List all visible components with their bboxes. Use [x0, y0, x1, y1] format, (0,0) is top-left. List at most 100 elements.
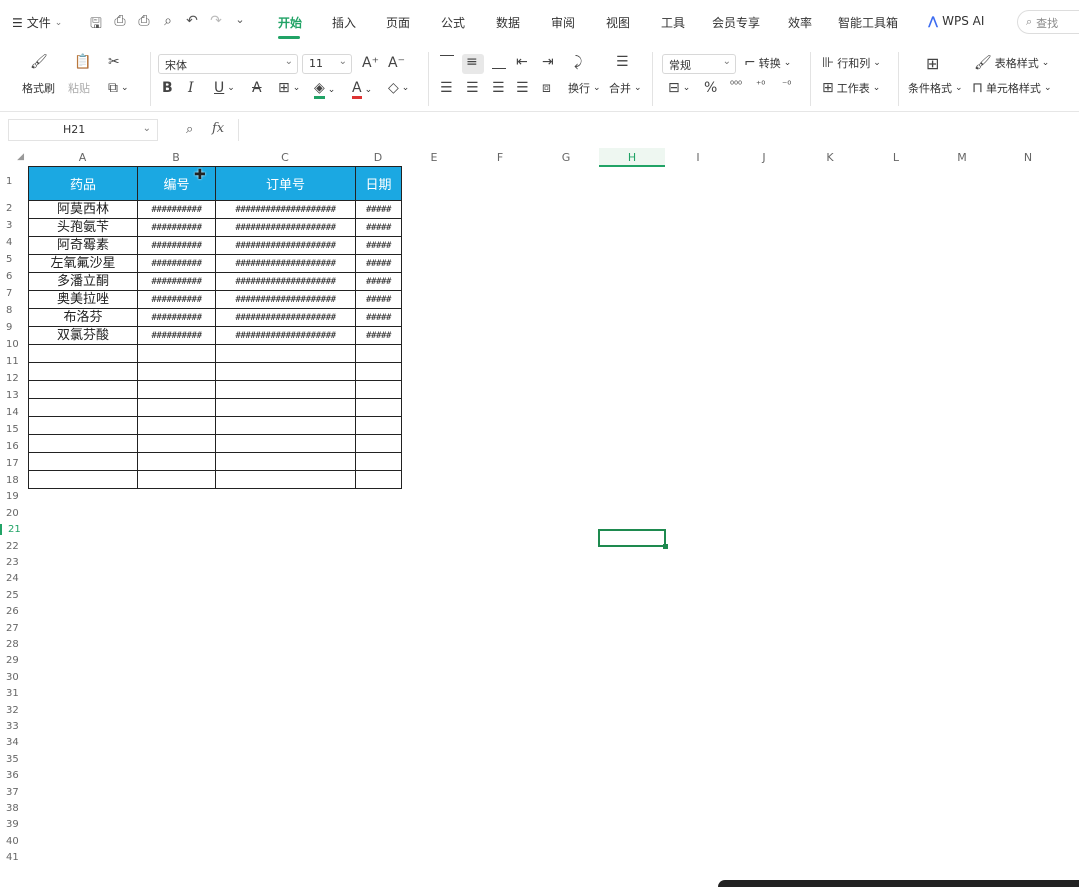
tab-smart-toolbox[interactable]: 智能工具箱 — [838, 14, 898, 31]
column-header[interactable]: L — [863, 148, 929, 167]
sheet-grid[interactable]: ◢ ABCDEFGHIJKLMN 1 2 3 4 5 6 7 8 9 10 11 12 13 14 15 16… — [0, 148, 1079, 887]
orientation-icon[interactable]: ⤸ — [574, 54, 582, 70]
column-header[interactable]: A — [28, 148, 137, 167]
tab-home[interactable]: 开始 — [278, 14, 302, 31]
table-cell-empty[interactable] — [215, 362, 356, 381]
print-icon[interactable]: ⎙ — [136, 13, 152, 37]
row-header[interactable]: 16 — [0, 441, 28, 452]
row-header[interactable]: 21 — [0, 524, 28, 535]
underline-icon[interactable]: U ⌄ — [214, 80, 235, 96]
font-name-select[interactable]: 宋体 ⌄ — [158, 54, 298, 74]
row-header[interactable]: 36 — [0, 770, 28, 781]
tab-insert[interactable]: 插入 — [332, 14, 356, 31]
formula-input[interactable] — [238, 119, 1073, 141]
table-cell-empty[interactable] — [28, 398, 138, 417]
undo-icon[interactable]: ↶ — [184, 13, 200, 37]
column-header[interactable]: J — [731, 148, 797, 167]
number-format-select[interactable]: 常规 ⌄ — [662, 54, 736, 74]
row-header[interactable]: 41 — [0, 852, 28, 863]
row-header[interactable]: 29 — [0, 655, 28, 666]
table-cell[interactable]: 奥美拉唑 — [28, 290, 138, 309]
row-header[interactable]: 35 — [0, 754, 28, 765]
table-cell[interactable]: 左氧氟沙星 — [28, 254, 138, 273]
row-header[interactable]: 15 — [0, 424, 28, 435]
table-cell[interactable]: ##### — [355, 254, 402, 273]
table-cell[interactable]: 双氯芬酸 — [28, 326, 138, 345]
decrease-font-size-icon[interactable]: A⁻ — [388, 55, 405, 71]
row-header[interactable]: 40 — [0, 836, 28, 847]
row-header[interactable]: 7 — [0, 288, 28, 299]
table-cell[interactable]: #################### — [215, 290, 356, 309]
print-preview-icon[interactable]: ⌕ — [160, 13, 176, 37]
borders-icon[interactable]: ⊞ ⌄ — [278, 80, 300, 96]
row-header[interactable]: 26 — [0, 606, 28, 617]
row-header[interactable]: 6 — [0, 271, 28, 282]
table-cell-empty[interactable] — [355, 380, 402, 399]
align-center-icon[interactable]: ☰ — [466, 80, 479, 96]
chevron-down-icon[interactable]: ⌄ — [232, 13, 248, 37]
format-painter-icon[interactable]: 🖌 — [30, 54, 48, 70]
table-cell-empty[interactable] — [28, 452, 138, 471]
increase-font-size-icon[interactable]: A⁺ — [362, 55, 379, 71]
table-cell[interactable]: ##### — [355, 236, 402, 255]
row-header[interactable]: 22 — [0, 541, 28, 552]
table-cell[interactable]: ########## — [137, 308, 216, 327]
table-cell[interactable]: ########## — [137, 272, 216, 291]
currency-icon[interactable]: ⊟ ⌄ — [668, 80, 690, 96]
row-header[interactable]: 19 — [0, 491, 28, 502]
select-all-corner[interactable]: ◢ — [0, 148, 28, 167]
column-header[interactable]: K — [797, 148, 863, 167]
copy-button[interactable]: ⧉ ⌄ — [108, 80, 129, 96]
wrap-text-button[interactable]: 换行 ⌄ — [568, 80, 601, 96]
align-bottom-icon[interactable]: ⎽ — [492, 54, 506, 70]
align-right-icon[interactable]: ☰ — [492, 80, 505, 96]
row-header[interactable]: 8 — [0, 305, 28, 316]
table-cell[interactable]: #################### — [215, 200, 356, 219]
table-cell[interactable]: 布洛芬 — [28, 308, 138, 327]
table-cell[interactable]: ##### — [355, 308, 402, 327]
name-box[interactable]: H21 ⌄ — [8, 119, 158, 141]
table-cell-empty[interactable] — [355, 416, 402, 435]
row-header[interactable]: 5 — [0, 254, 28, 265]
table-cell[interactable]: 阿莫西林 — [28, 200, 138, 219]
column-header[interactable]: I — [665, 148, 731, 167]
table-cell[interactable]: #################### — [215, 326, 356, 345]
column-header[interactable]: M — [929, 148, 995, 167]
row-header[interactable]: 18 — [0, 475, 28, 486]
row-header[interactable]: 25 — [0, 590, 28, 601]
table-cell-empty[interactable] — [215, 344, 356, 363]
table-cell-empty[interactable] — [28, 362, 138, 381]
row-header[interactable]: 14 — [0, 407, 28, 418]
table-cell[interactable]: ##### — [355, 272, 402, 291]
file-menu[interactable]: ☰ 文件 ⌄ — [12, 14, 62, 31]
tab-view[interactable]: 视图 — [606, 14, 630, 31]
row-header[interactable]: 2 — [0, 203, 28, 214]
table-cell[interactable]: #################### — [215, 254, 356, 273]
row-header[interactable]: 30 — [0, 672, 28, 683]
zoom-formula-icon[interactable]: ⌕ — [186, 122, 193, 137]
redo-icon[interactable]: ↷ — [208, 13, 224, 37]
row-header[interactable]: 32 — [0, 705, 28, 716]
rows-columns-button[interactable]: ⊪ 行和列 ⌄ — [822, 55, 881, 71]
table-cell-empty[interactable] — [215, 398, 356, 417]
tab-page[interactable]: 页面 — [386, 14, 410, 31]
table-cell-empty[interactable] — [137, 344, 216, 363]
row-header[interactable]: 33 — [0, 721, 28, 732]
table-cell-empty[interactable] — [215, 452, 356, 471]
row-header[interactable]: 34 — [0, 737, 28, 748]
row-header[interactable]: 9 — [0, 322, 28, 333]
table-cell-empty[interactable] — [355, 344, 402, 363]
insert-function-icon[interactable]: fx — [212, 121, 224, 136]
cell-style-button[interactable]: ⊓ 单元格样式 ⌄ — [972, 80, 1051, 96]
column-header[interactable]: F — [467, 148, 533, 167]
table-cell[interactable]: ########## — [137, 200, 216, 219]
clear-format-icon[interactable]: ◇ ⌄ — [388, 80, 409, 96]
conditional-format-icon[interactable]: ⊞ — [926, 54, 939, 73]
table-cell[interactable]: ########## — [137, 254, 216, 273]
table-cell[interactable]: ##### — [355, 200, 402, 219]
row-header[interactable]: 20 — [0, 508, 28, 519]
decrease-indent-icon[interactable]: ⇤ — [516, 54, 528, 70]
distributed-icon[interactable]: ☰ — [616, 54, 629, 70]
table-cell-empty[interactable] — [355, 398, 402, 417]
table-cell[interactable]: 多潘立酮 — [28, 272, 138, 291]
